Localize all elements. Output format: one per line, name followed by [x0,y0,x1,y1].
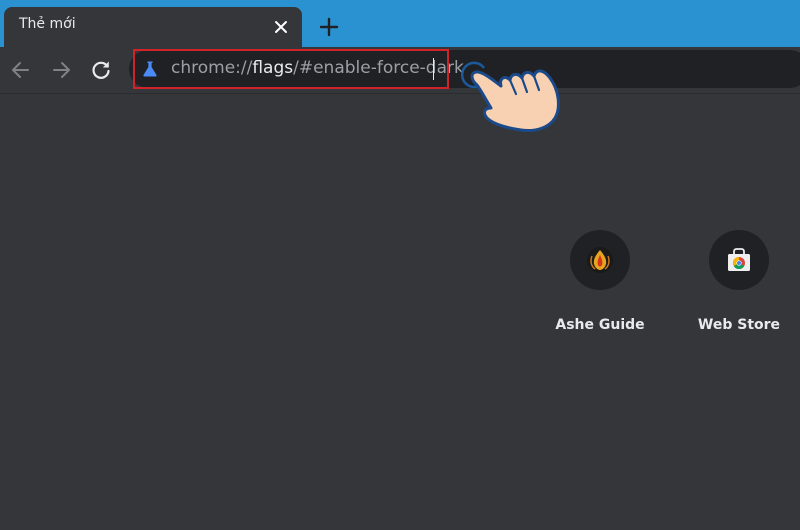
shortcut-label: Ashe Guide [555,317,645,333]
toolbar: chrome://flags/#enable-force-dark [0,47,800,94]
close-icon[interactable] [272,18,290,36]
arrow-forward-icon[interactable] [48,57,74,83]
new-tab-plus-icon[interactable] [318,16,340,38]
tab-strip: Thẻ mới [0,0,800,47]
tab-title: Thẻ mới [19,16,76,32]
shortcut-icon-circle [709,230,769,290]
arrow-back-icon[interactable] [8,57,34,83]
highlight-box [133,49,449,89]
shortcut-web-store[interactable]: Web Store [683,230,795,342]
shortcut-icon-circle [570,230,630,290]
hand-pointer-icon [470,69,560,132]
reload-icon[interactable] [88,57,114,83]
chrome-web-store-icon [728,248,750,271]
shortcut-label: Web Store [697,317,781,333]
tab-new-tab[interactable]: Thẻ mới [4,7,302,47]
shortcut-ashe-guide[interactable]: Ashe Guide [544,230,656,342]
ashe-guide-favicon [587,247,613,273]
